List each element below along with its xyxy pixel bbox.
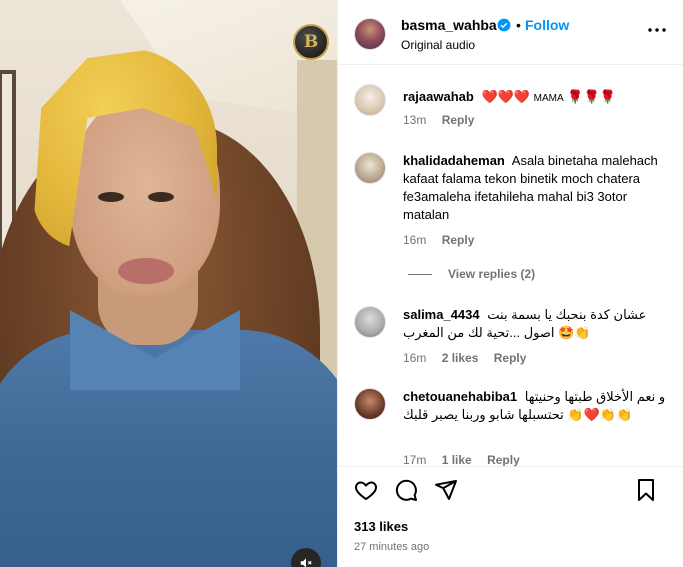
comment-emoji-tail: 👏❤️👏👏 — [567, 408, 633, 423]
comment-word: MAMA — [533, 93, 564, 104]
comment-time[interactable]: 13m — [403, 113, 426, 127]
commenter-username[interactable]: salima_4434 — [403, 307, 480, 322]
comment-text: khalidadaheman Asala binetaha malehach k… — [403, 152, 668, 224]
heart-icon[interactable] — [354, 478, 378, 502]
likes-count[interactable]: 313 likes — [354, 519, 408, 534]
comment-meta: 17m 1 like Reply — [403, 453, 532, 466]
comment-meta: 16m Reply — [403, 233, 486, 247]
speaker-muted-icon — [300, 558, 312, 567]
reel-video[interactable]: B — [0, 0, 337, 567]
comments-list[interactable]: rajaawahab ❤️❤️❤️ MAMA 🌹🌹🌹 13m Reply kha… — [338, 66, 683, 466]
author-avatar[interactable] — [354, 18, 386, 50]
commenter-avatar[interactable] — [354, 152, 386, 184]
author-username[interactable]: basma_wahba — [401, 17, 497, 33]
post-header: basma_wahba • Follow Original audio — [338, 0, 683, 65]
comment-time[interactable]: 16m — [403, 351, 426, 365]
commenter-username[interactable]: rajaawahab — [403, 89, 474, 104]
verified-badge-icon — [497, 18, 511, 32]
view-replies-line — [408, 273, 432, 275]
commenter-username[interactable]: khalidadaheman — [403, 153, 505, 168]
share-icon[interactable] — [434, 478, 458, 502]
post-actions-bar: 313 likes 27 minutes ago — [338, 466, 683, 567]
reply-button[interactable]: Reply — [494, 351, 527, 365]
comment-text: salima_4434 عشان كدة بنحبك يا بسمة بنت ا… — [403, 306, 668, 343]
commenter-username[interactable]: chetouanehabiba1 — [403, 389, 517, 404]
comment-icon[interactable] — [394, 478, 418, 502]
bookmark-icon[interactable] — [634, 478, 658, 502]
view-replies-label: View replies (2) — [448, 267, 536, 281]
subject-left-eye — [98, 192, 124, 202]
comment-meta: 16m 2 likes Reply — [403, 351, 538, 365]
more-options-icon[interactable] — [646, 24, 668, 36]
subject-lips — [118, 258, 174, 284]
reply-button[interactable]: Reply — [442, 233, 475, 247]
comment-meta: 13m Reply — [403, 113, 486, 127]
channel-logo-letter: B — [303, 32, 319, 52]
channel-logo-badge: B — [293, 24, 329, 60]
view-replies-button[interactable]: View replies (2) — [408, 267, 535, 281]
reply-button[interactable]: Reply — [442, 113, 475, 127]
reply-button[interactable]: Reply — [487, 453, 520, 466]
commenter-avatar[interactable] — [354, 306, 386, 338]
follow-button[interactable]: Follow — [525, 17, 569, 33]
post-timestamp[interactable]: 27 minutes ago — [354, 541, 429, 553]
comment-likes[interactable]: 1 like — [442, 453, 472, 466]
comment-emoji-roses: 🌹🌹🌹 — [567, 90, 616, 105]
comment-time[interactable]: 16m — [403, 233, 426, 247]
post-details-panel: basma_wahba • Follow Original audio raja… — [337, 0, 683, 567]
subject-right-eye — [148, 192, 174, 202]
commenter-avatar[interactable] — [354, 84, 386, 116]
comment-emoji-hearts: ❤️❤️❤️ — [481, 90, 531, 105]
commenter-avatar[interactable] — [354, 388, 386, 420]
header-separator: • — [516, 17, 521, 33]
comment-likes[interactable]: 2 likes — [442, 351, 479, 365]
comment-text: chetouanehabiba1 و نعم الأخلاق طبتها وحن… — [403, 388, 668, 425]
comment-text: rajaawahab ❤️❤️❤️ MAMA 🌹🌹🌹 — [403, 88, 668, 108]
comment-emoji-tail: 🤩👏 — [558, 326, 591, 341]
comment-time[interactable]: 17m — [403, 453, 426, 466]
audio-label[interactable]: Original audio — [401, 38, 475, 52]
